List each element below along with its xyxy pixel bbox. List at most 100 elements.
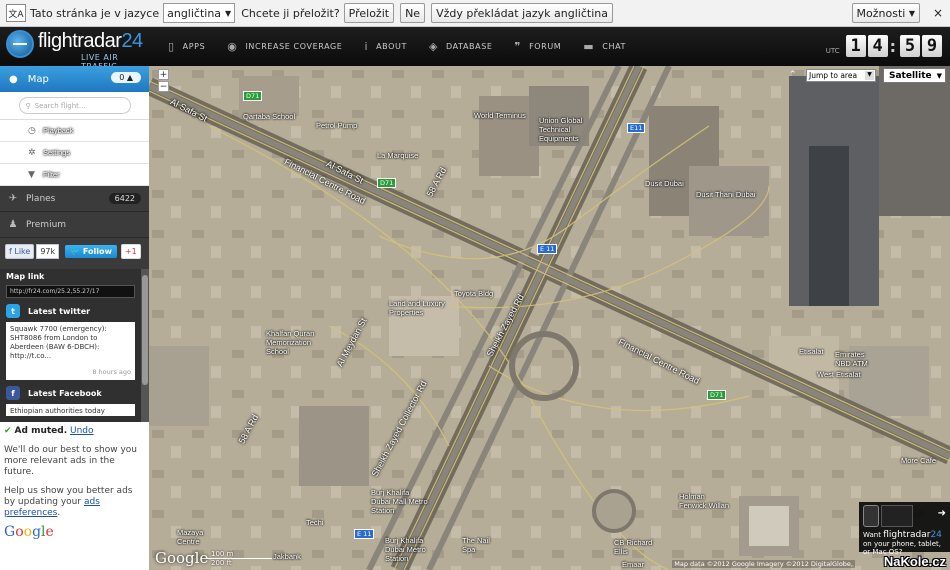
poi-label[interactable]: Techi <box>306 518 324 527</box>
plane-icon: ✈ <box>8 193 18 204</box>
translate-text: Tato stránka je v jazyce <box>30 6 160 20</box>
poi-label[interactable]: Emirates NBD ATM <box>835 350 875 368</box>
twitter-section-title: t Latest twitter <box>6 304 141 318</box>
poi-label[interactable]: Union Global Technical Equipments <box>539 116 589 143</box>
app-promo[interactable]: ➜ Want flightradar24 on your phone, table… <box>859 502 950 556</box>
sidebar-item-planes[interactable]: ✈ Planes 6422 <box>0 186 149 212</box>
poi-label[interactable]: Dusit Dubai <box>645 179 684 188</box>
poi-label[interactable]: West Etisalat <box>817 370 861 379</box>
submenu-filter[interactable]: ▼ Filter <box>0 164 149 186</box>
map-submenu: ⚲ Search flight... ◷ Playback ✲ Settings ▼ F… <box>0 92 149 186</box>
gear-icon: ✲ <box>28 147 36 158</box>
google-watermark[interactable]: Google <box>155 549 208 567</box>
clock-digit: 1 <box>845 35 866 57</box>
facebook-post[interactable]: Ethiopian authorities today <box>6 404 135 416</box>
zoom-in-button[interactable]: + <box>158 69 169 80</box>
site-header: flightradar24 LIVE AIR TRAFFIC ▯APPS ◉IN… <box>0 27 950 71</box>
options-button[interactable]: Možnosti ▼ <box>851 3 920 23</box>
info-panel: Map link http://fr24.com/25.2,55.27/17 t… <box>0 269 141 422</box>
phone-icon: ▯ <box>168 40 175 53</box>
search-icon: ⚲ <box>25 101 31 110</box>
poi-label[interactable]: More Cafe <box>901 456 936 465</box>
poi-label[interactable]: Mazaya Centre <box>177 528 217 546</box>
ad-muted-notice: ✔ Ad muted. Undo <box>4 426 94 436</box>
poi-label[interactable]: La Marquise <box>377 151 418 160</box>
facebook-like-button[interactable]: f Like <box>5 243 35 259</box>
ad-panel: ✔ Ad muted. Undo We'll do our best to sho… <box>0 422 149 570</box>
info-icon: i <box>364 40 369 53</box>
map-view[interactable]: Al Safa St Financial Centre Road Financi… <box>149 66 950 570</box>
undo-link[interactable]: Undo <box>70 426 94 436</box>
poi-label[interactable]: CB Richard Ellis <box>614 538 664 556</box>
clock-digit: 4 <box>867 35 888 57</box>
jump-to-area-select[interactable]: Jump to area ▼ <box>806 69 876 82</box>
main-nav: ▯ APPS ◉ INCREASE COVERAGE i ABOUT ◈ DATABAS… <box>168 27 648 66</box>
poi-label[interactable]: Etisalat <box>799 347 824 356</box>
submenu-settings[interactable]: ✲ Settings <box>0 142 149 164</box>
nav-increase-coverage[interactable]: ◉ INCREASE COVERAGE <box>227 40 342 53</box>
no-button[interactable]: Ne <box>400 3 426 23</box>
logo[interactable]: flightradar24 LIVE AIR TRAFFIC <box>6 30 143 71</box>
submenu-playback[interactable]: ◷ Playback <box>0 120 149 142</box>
sidebar-scrollbar[interactable] <box>141 269 149 422</box>
globe-icon <box>6 30 34 58</box>
tablet-icon <box>881 505 913 527</box>
twitter-follow-button[interactable]: 🐦 Follow <box>65 244 117 258</box>
poi-label[interactable]: World Terminus <box>474 111 526 120</box>
search-flight-input[interactable]: ⚲ Search flight... <box>18 97 131 114</box>
scroll-thumb[interactable] <box>142 275 148 385</box>
close-icon[interactable]: × <box>933 6 943 20</box>
tweet-card[interactable]: Squawk 7700 (emergency): SHT8086 from Lo… <box>6 322 135 380</box>
poi-label[interactable]: Burj Khalifa Dubai Mall Metro Station <box>371 488 431 515</box>
social-buttons: f Like 97k 🐦 Follow +1 <box>0 238 149 264</box>
search-row: ⚲ Search flight... <box>0 92 149 120</box>
chevron-up-icon[interactable]: ⌃ <box>789 70 797 80</box>
chevron-down-icon: ▼ <box>908 8 915 18</box>
poi-label[interactable]: The Nail Spa <box>462 536 502 554</box>
utc-clock: UTC 1 4 : 5 9 <box>826 35 942 57</box>
poi-label[interactable]: Qartaba School <box>243 112 295 121</box>
eye-icon: ◉ <box>227 40 238 53</box>
arrow-right-icon[interactable]: ➜ <box>938 508 946 519</box>
poi-label[interactable]: Holman Fenwick Willan <box>679 492 734 510</box>
nav-database[interactable]: ◈ DATABASE <box>429 40 493 53</box>
always-translate-button[interactable]: Vždy překládat jazyk angličtina <box>431 3 613 23</box>
phone-icon <box>863 505 879 527</box>
map-credit[interactable]: Map data ©2012 Google Imagery ©2012 Digi… <box>672 560 855 568</box>
google-logo: Google <box>4 524 54 540</box>
poi-label[interactable]: Jakbank <box>273 552 301 561</box>
poi-label[interactable]: Dusit Thani Dubai <box>696 190 755 199</box>
poi-label[interactable]: Larid and Luxury Properties <box>389 299 449 317</box>
chat-icon: ▬ <box>583 40 595 53</box>
translate-button[interactable]: Přeložit <box>343 3 395 23</box>
filter-icon: ▼ <box>28 169 35 180</box>
nav-apps[interactable]: ▯ APPS <box>168 40 205 53</box>
ad-text-2: Help us show you better ads by updating … <box>4 486 133 518</box>
twitter-icon: t <box>6 304 20 318</box>
nav-about[interactable]: i ABOUT <box>364 40 407 53</box>
nav-forum[interactable]: ❞ FORUM <box>515 40 562 53</box>
poi-label[interactable]: Petrol Pump <box>316 121 357 130</box>
language-select[interactable]: angličtina ▼ <box>163 3 236 23</box>
sidebar-item-premium[interactable]: ♟ Premium <box>0 212 149 238</box>
route-marker: E 11 <box>354 529 375 539</box>
map-link-field[interactable]: http://fr24.com/25.2,55.27/17 <box>6 285 135 298</box>
zoom-out-button[interactable]: − <box>158 81 169 92</box>
sidebar: ● Map 0 ▲ ⚲ Search flight... ◷ Playback ✲ S… <box>0 66 149 422</box>
poi-label[interactable]: Burj Khalifa Dubai Metro Station <box>385 536 445 563</box>
scale-bar: 100 m 200 ft <box>207 550 277 568</box>
poi-label[interactable]: Khalfan Quran Memorization School <box>266 329 321 356</box>
chevron-down-icon: ▼ <box>936 72 942 80</box>
route-marker: D71 <box>707 390 727 400</box>
map-type-select[interactable]: Satellite ▼ <box>883 68 946 83</box>
alert-count-badge: 0 ▲ <box>111 72 141 83</box>
nav-chat[interactable]: ▬ CHAT <box>583 40 626 53</box>
clock-icon: ◷ <box>28 125 36 136</box>
tweet-time: 8 hours ago <box>92 368 131 376</box>
google-plus-button[interactable]: +1 <box>120 243 141 259</box>
database-icon: ◈ <box>428 40 439 53</box>
map-link-title: Map link <box>6 272 45 281</box>
poi-label[interactable]: Emaar <box>622 560 644 569</box>
poi-label[interactable]: Toyota Bldg <box>454 289 493 298</box>
sidebar-item-map[interactable]: ● Map 0 ▲ <box>0 66 149 92</box>
